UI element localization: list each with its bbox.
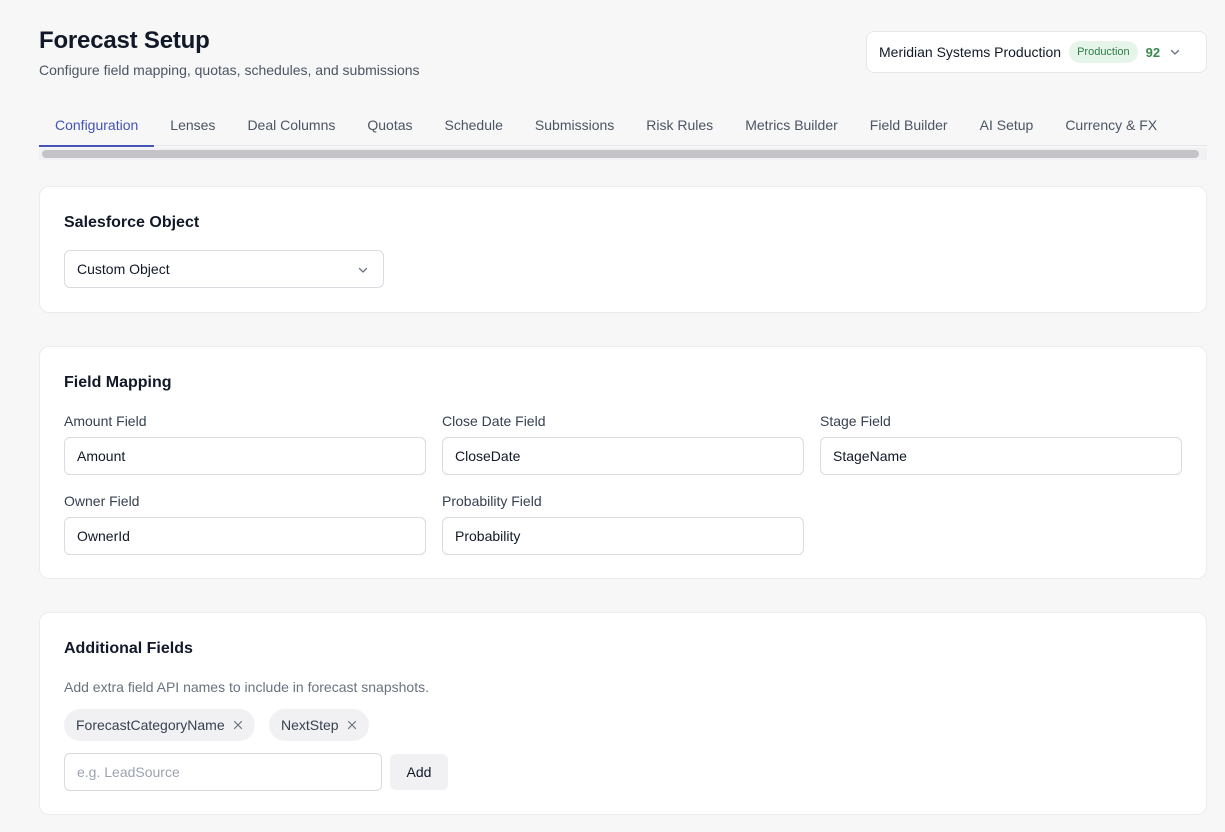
additional-fields-card: Additional Fields Add extra field API na… — [39, 612, 1207, 815]
scrollbar-thumb[interactable] — [42, 150, 1199, 158]
tab-quotas[interactable]: Quotas — [351, 103, 428, 146]
owner-field-label: Owner Field — [64, 493, 140, 509]
additional-fields-title: Additional Fields — [64, 640, 193, 657]
environment-badge: Production — [1069, 41, 1138, 63]
stage-field-label: Stage Field — [820, 413, 891, 429]
probability-field-input[interactable] — [442, 517, 804, 555]
tab-bar: Configuration Lenses Deal Columns Quotas… — [39, 103, 1207, 147]
salesforce-object-value: Custom Object — [77, 261, 170, 277]
additional-fields-helper: Add extra field API names to include in … — [64, 679, 429, 695]
chip-label: NextStep — [281, 717, 339, 733]
tab-configuration[interactable]: Configuration — [39, 103, 155, 147]
field-chip: NextStep — [269, 709, 369, 741]
tab-currency-fx[interactable]: Currency & FX — [1049, 103, 1173, 146]
org-name: Meridian Systems Production — [879, 44, 1062, 60]
close-icon[interactable] — [347, 720, 357, 730]
additional-field-input[interactable] — [64, 753, 382, 791]
close-date-field-input[interactable] — [442, 437, 804, 475]
tabs-horizontal-scrollbar[interactable] — [39, 148, 1207, 160]
close-icon[interactable] — [233, 720, 243, 730]
org-score: 92 — [1145, 44, 1161, 60]
tab-deal-columns[interactable]: Deal Columns — [231, 103, 351, 146]
tab-schedule[interactable]: Schedule — [429, 103, 519, 146]
add-field-button[interactable]: Add — [390, 754, 448, 790]
field-chip: ForecastCategoryName — [64, 709, 255, 741]
tab-submissions[interactable]: Submissions — [519, 103, 630, 146]
field-mapping-title: Field Mapping — [64, 374, 172, 391]
chevron-down-icon[interactable] — [1169, 46, 1181, 58]
tab-risk-rules[interactable]: Risk Rules — [630, 103, 729, 146]
tab-metrics-builder[interactable]: Metrics Builder — [729, 103, 854, 146]
tab-field-builder[interactable]: Field Builder — [854, 103, 964, 146]
chip-label: ForecastCategoryName — [76, 717, 225, 733]
page-title: Forecast Setup — [39, 27, 210, 54]
salesforce-object-select[interactable]: Custom Object — [64, 250, 384, 288]
org-selector[interactable]: Meridian Systems Production Production 9… — [866, 31, 1207, 73]
tab-lenses[interactable]: Lenses — [154, 103, 231, 146]
salesforce-object-card: Salesforce Object Custom Object — [39, 186, 1207, 313]
chevron-down-icon — [358, 267, 368, 273]
stage-field-input[interactable] — [820, 437, 1182, 475]
tab-ai-setup[interactable]: AI Setup — [964, 103, 1050, 146]
owner-field-input[interactable] — [64, 517, 426, 555]
probability-field-label: Probability Field — [442, 493, 542, 509]
amount-field-label: Amount Field — [64, 413, 147, 429]
page-subtitle: Configure field mapping, quotas, schedul… — [39, 62, 420, 78]
amount-field-input[interactable] — [64, 437, 426, 475]
close-date-field-label: Close Date Field — [442, 413, 546, 429]
salesforce-object-title: Salesforce Object — [64, 214, 200, 231]
field-mapping-card: Field Mapping Amount Field Close Date Fi… — [39, 346, 1207, 579]
